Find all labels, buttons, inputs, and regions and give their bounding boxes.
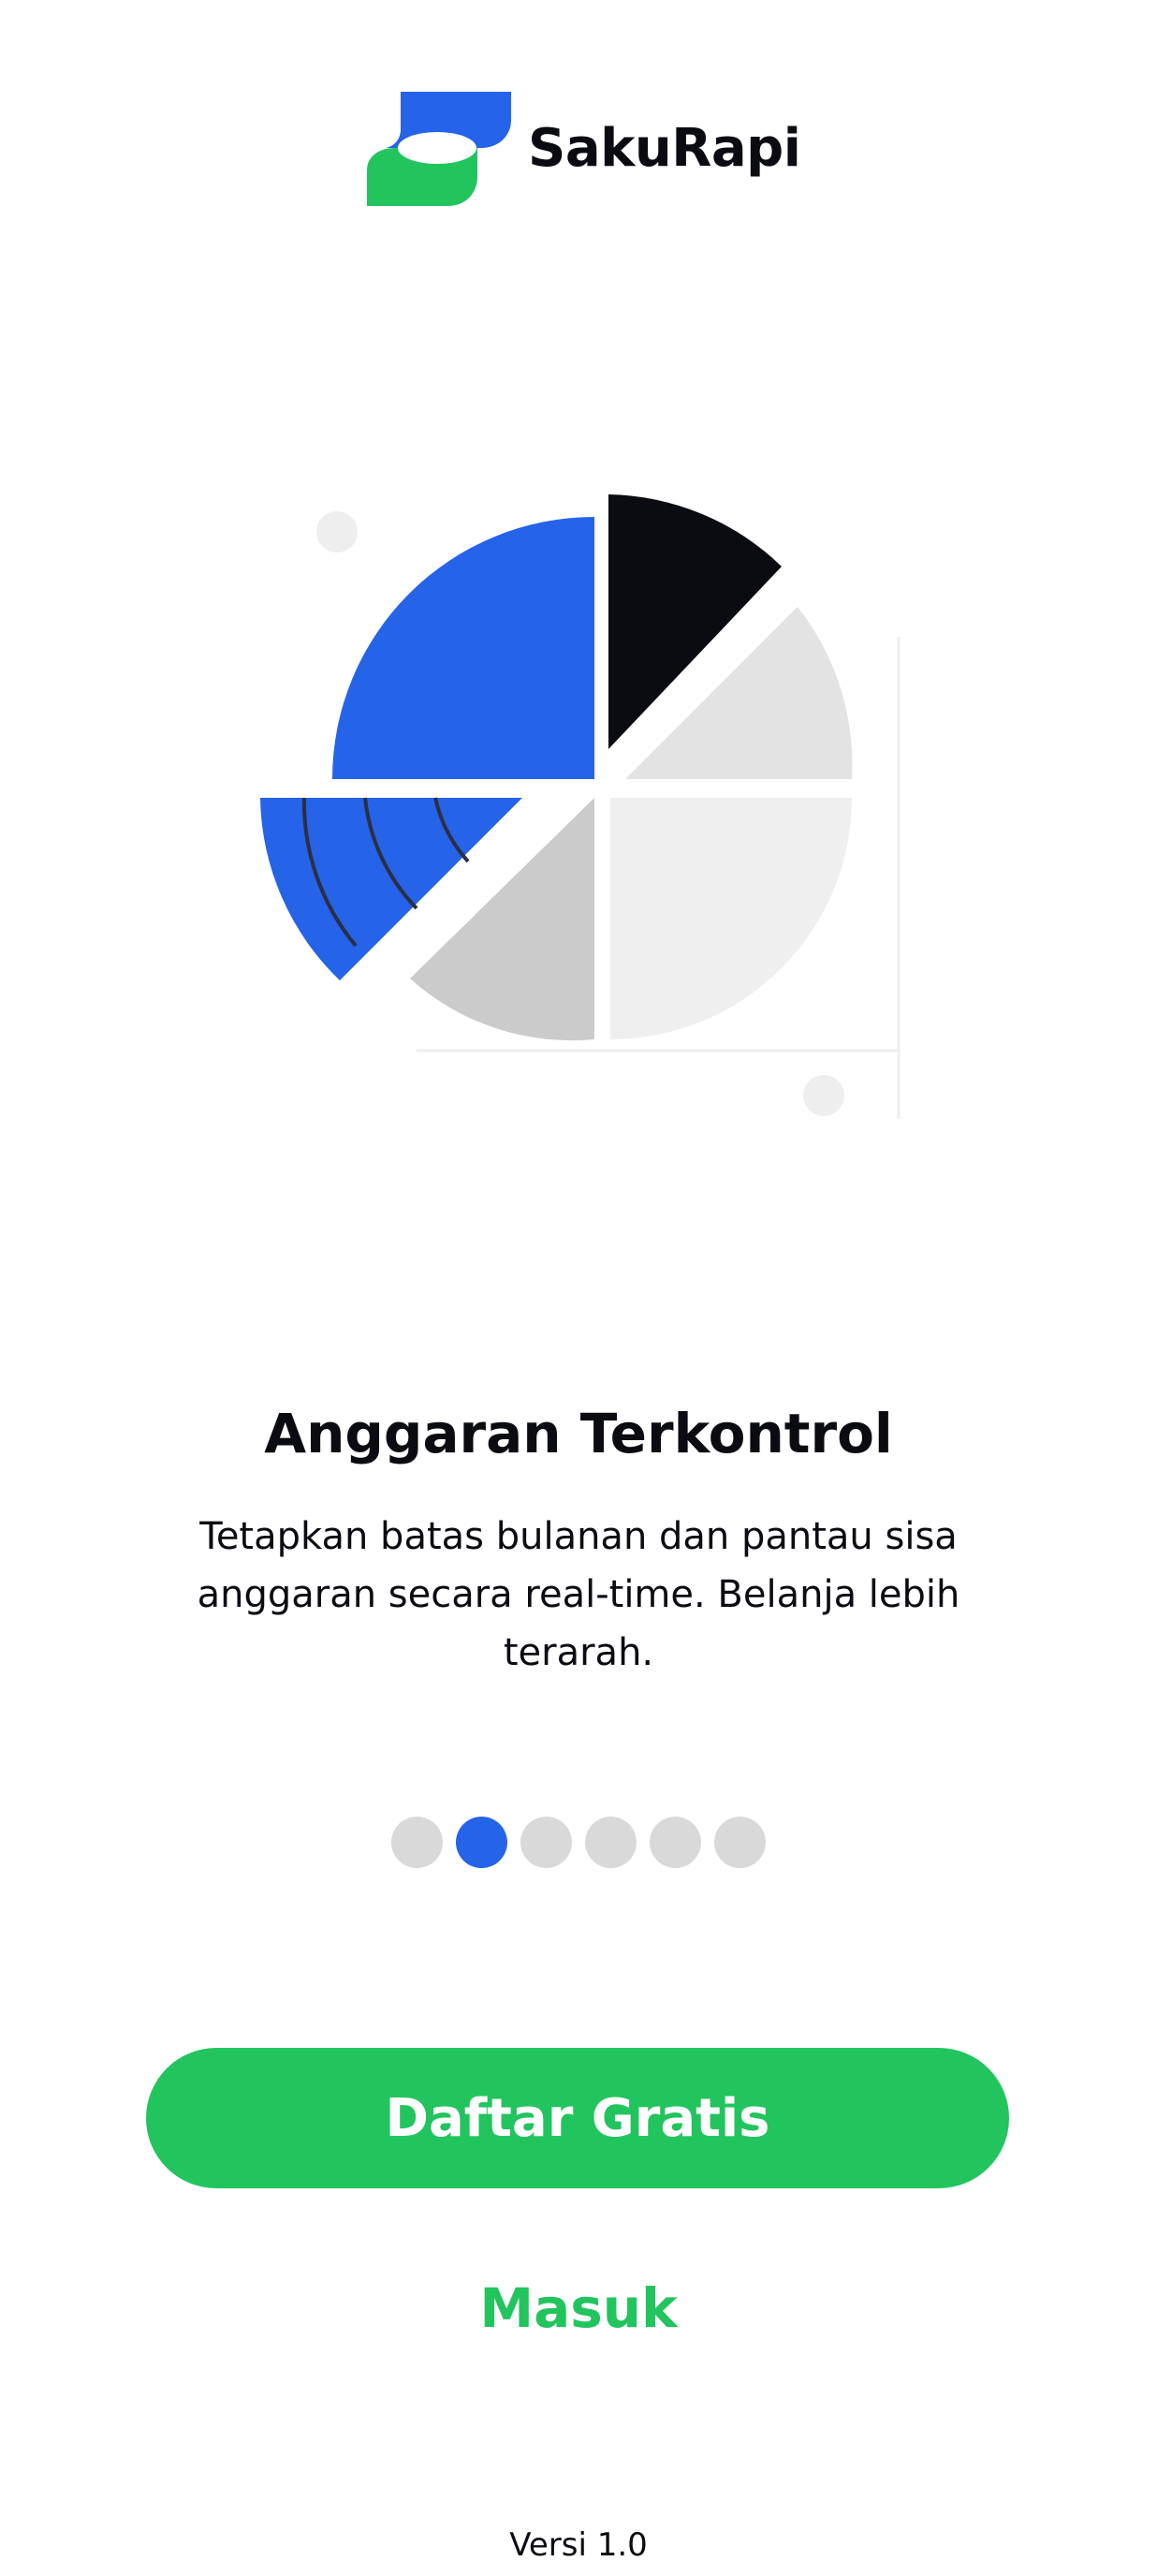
onboarding-screen: SakuRapi Anggaran Terkontrol Tetapkan ba… [0, 0, 1157, 2576]
sakurapi-logo-icon [367, 92, 511, 206]
budget-pie-chart-illustration [260, 494, 901, 1119]
onboarding-description: Tetapkan batas bulanan dan pantau sisa a… [197, 1515, 960, 1674]
brand-name: SakuRapi [528, 118, 801, 179]
app-version: Versi 1.0 [509, 2526, 648, 2564]
onboarding-title: Anggaran Terkontrol [264, 1402, 893, 1465]
page-dot-2-active[interactable] [456, 1817, 507, 1868]
page-indicator [0, 1817, 1157, 1869]
page-dot-3[interactable] [520, 1817, 572, 1868]
pie-slice-lightest [610, 798, 852, 1039]
app-logo: SakuRapi [367, 92, 801, 206]
decor-dot [803, 1075, 844, 1116]
page-dot-4[interactable] [585, 1817, 637, 1868]
login-button[interactable]: Masuk [391, 2271, 766, 2346]
register-button[interactable]: Daftar Gratis [146, 2048, 1009, 2188]
page-dot-5[interactable] [650, 1817, 701, 1868]
page-dot-6[interactable] [714, 1817, 766, 1868]
page-dot-1[interactable] [391, 1817, 443, 1868]
pie-slice-blue [332, 517, 594, 779]
decor-dot [316, 511, 358, 552]
